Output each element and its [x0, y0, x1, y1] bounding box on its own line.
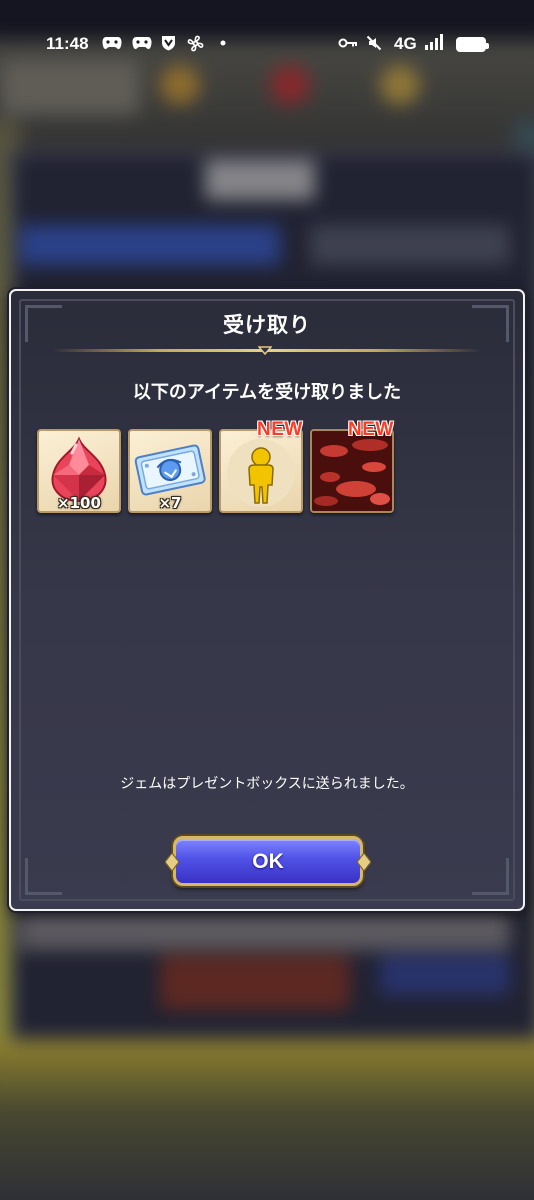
divider-ornament-icon [258, 346, 272, 355]
new-badge: NEW [348, 419, 394, 440]
gold-avatar-icon [227, 439, 295, 507]
game-controller-icon [102, 35, 122, 51]
reward-item[interactable]: ×100 [37, 429, 121, 513]
signal-icon [424, 34, 446, 50]
status-bar: 11:48 4G [0, 0, 534, 58]
status-time: 11:48 [46, 34, 89, 53]
red-background-icon [312, 431, 392, 511]
dialog-title: 受け取り [223, 313, 311, 337]
network-type: 4G [394, 34, 417, 53]
fan-icon [186, 35, 204, 51]
mute-icon [366, 35, 382, 51]
dialog-note: ジェムはプレゼントボックスに送られました。 [120, 776, 414, 792]
key-icon [338, 35, 358, 51]
reward-items-list: ×100 ×7 NEW NEW [37, 419, 417, 519]
item-quantity: ×100 [57, 494, 101, 512]
item-quantity: ×7 [158, 494, 182, 512]
receive-dialog: 受け取り 以下のアイテムを受け取りました ×100 ×7 NEW NEW ジェム… [9, 289, 525, 911]
new-badge: NEW [257, 419, 303, 440]
dialog-subtitle: 以下のアイテムを受け取りました [132, 382, 402, 403]
reward-item[interactable]: NEW [310, 419, 394, 513]
frame-corner-ornament [472, 858, 509, 895]
ok-button-label: OK [252, 850, 284, 873]
dot-icon [220, 35, 226, 51]
game-controller-icon [132, 35, 152, 51]
reward-item[interactable]: ×7 [128, 429, 212, 513]
battery-icon [454, 36, 489, 52]
reward-item[interactable]: NEW [219, 419, 303, 513]
frame-corner-ornament [25, 858, 62, 895]
shield-icon [160, 35, 176, 51]
button-ornament-icon [357, 853, 371, 871]
ok-button[interactable]: OK [165, 836, 371, 886]
